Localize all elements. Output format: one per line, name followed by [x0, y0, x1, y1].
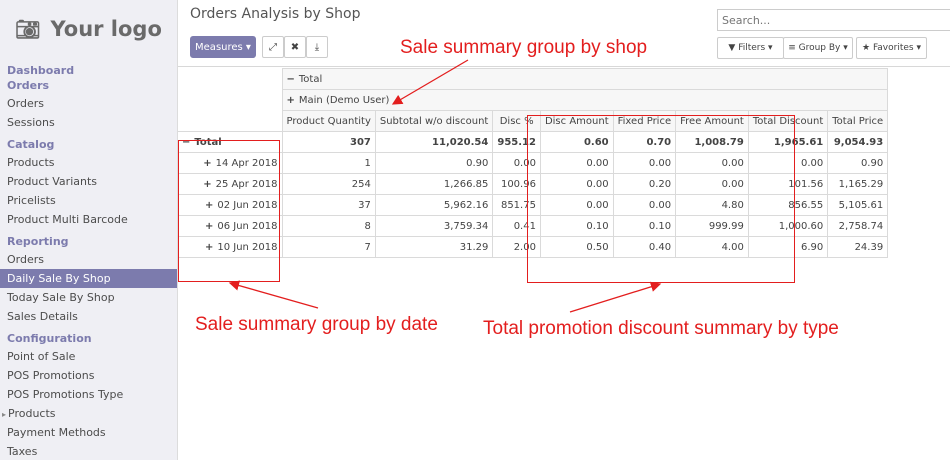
arrow-to-shop-header	[391, 59, 469, 105]
arrow-to-date-rows	[228, 280, 319, 309]
annotation-arrows	[228, 59, 662, 313]
arrow-to-discount-columns	[569, 281, 662, 313]
